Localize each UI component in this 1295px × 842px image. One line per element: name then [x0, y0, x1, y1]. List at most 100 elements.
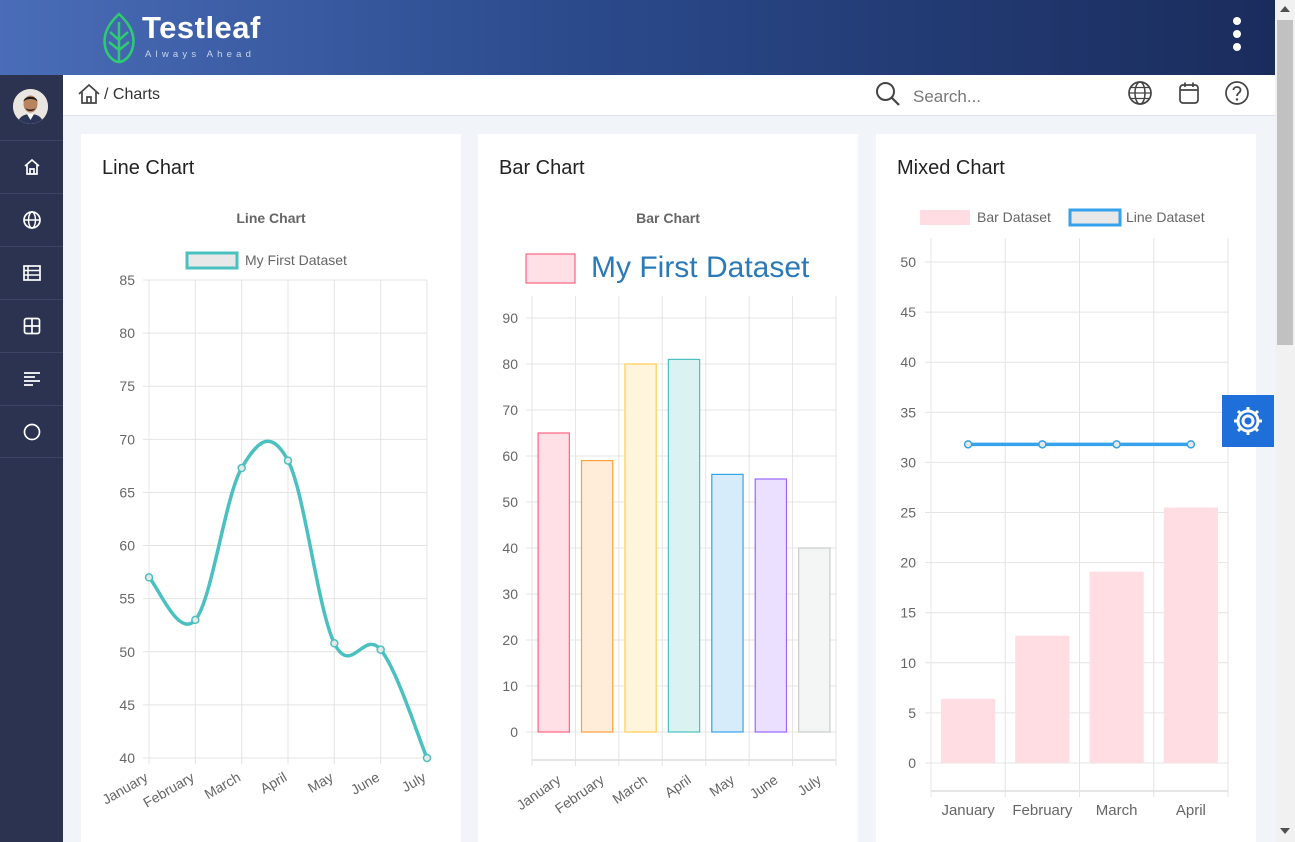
calendar-icon[interactable] — [1176, 80, 1202, 106]
x-tick-label: July — [794, 771, 824, 798]
y-tick-label: 40 — [502, 540, 518, 556]
bar — [580, 460, 614, 733]
x-tick-label: April — [257, 769, 289, 797]
bar — [1089, 571, 1144, 763]
bar-chart-card: Bar Chart Bar Chart My First Dataset 90 80 7… — [478, 134, 858, 842]
x-tick-label: June — [348, 769, 382, 798]
y-tick-label: 55 — [119, 591, 135, 607]
y-tick-label: 40 — [119, 750, 135, 766]
scrollbar-thumb[interactable] — [1277, 20, 1293, 345]
leaf-logo-icon — [103, 12, 135, 64]
mixed-chart: Bar Dataset Line Dataset50454035302520151… — [900, 208, 1229, 819]
bar — [711, 473, 744, 733]
breadcrumb: / Charts — [104, 86, 160, 104]
bar — [624, 363, 657, 733]
sidebar-item-home[interactable] — [0, 140, 63, 193]
y-tick-label: 15 — [900, 605, 916, 621]
globe-icon — [22, 211, 41, 229]
bar — [798, 547, 831, 733]
y-tick-label: 50 — [119, 644, 135, 660]
gear-icon — [1234, 407, 1262, 435]
globe-icon[interactable] — [1127, 80, 1153, 106]
data-point — [237, 463, 246, 473]
bar — [754, 478, 788, 733]
y-tick-label: 75 — [119, 378, 135, 394]
home-icon[interactable] — [77, 83, 101, 105]
y-tick-label: 40 — [900, 354, 916, 370]
y-tick-label: 70 — [119, 431, 135, 447]
line-chart: Line Chart My First Dataset 85 80 75 70 65 60 55… — [99, 210, 432, 811]
data-point — [963, 440, 973, 449]
data-point — [1112, 440, 1121, 449]
x-tick-label: June — [747, 771, 781, 802]
x-tick-label: March — [201, 769, 243, 802]
sidebar — [0, 75, 63, 842]
y-tick-label: 45 — [900, 304, 916, 320]
bar — [667, 358, 701, 733]
x-tick-label: February — [552, 771, 607, 816]
sidebar-item-grid[interactable] — [0, 299, 63, 352]
data-point — [144, 573, 154, 582]
grid-icon — [23, 317, 40, 335]
x-tick-label: January — [941, 802, 995, 819]
x-tick-label: February — [140, 769, 197, 811]
y-tick-label: 10 — [502, 678, 518, 694]
table-icon — [22, 265, 41, 281]
x-tick-label: July — [399, 769, 429, 795]
brand-name: Testleaf — [142, 10, 261, 45]
y-tick-label: 50 — [502, 494, 518, 510]
x-tick-label: March — [609, 771, 650, 806]
list-icon — [23, 372, 40, 386]
search-input[interactable] — [913, 83, 1103, 111]
chart-title: Bar Chart — [636, 210, 700, 226]
y-tick-label: 90 — [502, 310, 518, 326]
breadcrumb-bar: / Charts — [63, 75, 1275, 116]
x-tick-label: March — [1096, 802, 1138, 819]
search-icon[interactable] — [875, 81, 901, 107]
kebab-menu-icon[interactable] — [1227, 17, 1247, 57]
y-tick-label: 85 — [119, 272, 135, 288]
y-tick-label: 20 — [900, 555, 916, 571]
data-point — [1186, 440, 1196, 449]
y-tick-label: 20 — [502, 632, 518, 648]
y-tick-label: 80 — [502, 356, 518, 372]
sidebar-item-list[interactable] — [0, 352, 63, 405]
y-tick-label: 30 — [502, 586, 518, 602]
y-tick-label: 30 — [900, 454, 916, 470]
data-point — [283, 456, 293, 465]
breadcrumb-separator: / — [104, 86, 109, 103]
y-tick-label: 10 — [900, 655, 916, 671]
sidebar-item-circle[interactable] — [0, 405, 63, 458]
x-tick-label: April — [1176, 802, 1206, 819]
bar — [537, 432, 570, 733]
data-point — [1038, 440, 1047, 449]
help-icon[interactable] — [1224, 80, 1250, 106]
legend-label: My First Dataset — [591, 251, 810, 284]
scroll-down-arrow-icon[interactable] — [1280, 828, 1290, 834]
y-tick-label: 50 — [900, 254, 916, 270]
sidebar-item-globe[interactable] — [0, 193, 63, 246]
legend-label: Bar Dataset — [977, 209, 1051, 225]
y-tick-label: 0 — [908, 755, 916, 771]
legend-swatch — [525, 253, 576, 284]
line-chart-card: Line Chart Line Chart My First Dataset 85 8… — [81, 134, 461, 842]
sidebar-item-table[interactable] — [0, 246, 63, 299]
settings-button[interactable] — [1222, 395, 1274, 447]
vertical-scrollbar[interactable] — [1275, 0, 1295, 842]
brand-tagline: Always Ahead — [145, 49, 256, 60]
legend-swatch — [185, 251, 239, 270]
x-tick-label: February — [1012, 802, 1073, 819]
y-tick-label: 45 — [119, 697, 135, 713]
y-tick-label: 70 — [502, 402, 518, 418]
avatar[interactable] — [13, 89, 48, 124]
breadcrumb-current[interactable]: Charts — [113, 86, 160, 103]
y-tick-label: 25 — [900, 505, 916, 521]
legend-swatch — [920, 210, 970, 225]
legend-label: Line Dataset — [1126, 209, 1205, 225]
y-tick-label: 5 — [908, 705, 916, 721]
y-tick-label: 80 — [119, 325, 135, 341]
circle-icon — [23, 423, 40, 440]
y-tick-label: 35 — [900, 404, 916, 420]
scroll-up-arrow-icon[interactable] — [1280, 6, 1290, 12]
y-tick-label: 65 — [119, 484, 135, 500]
